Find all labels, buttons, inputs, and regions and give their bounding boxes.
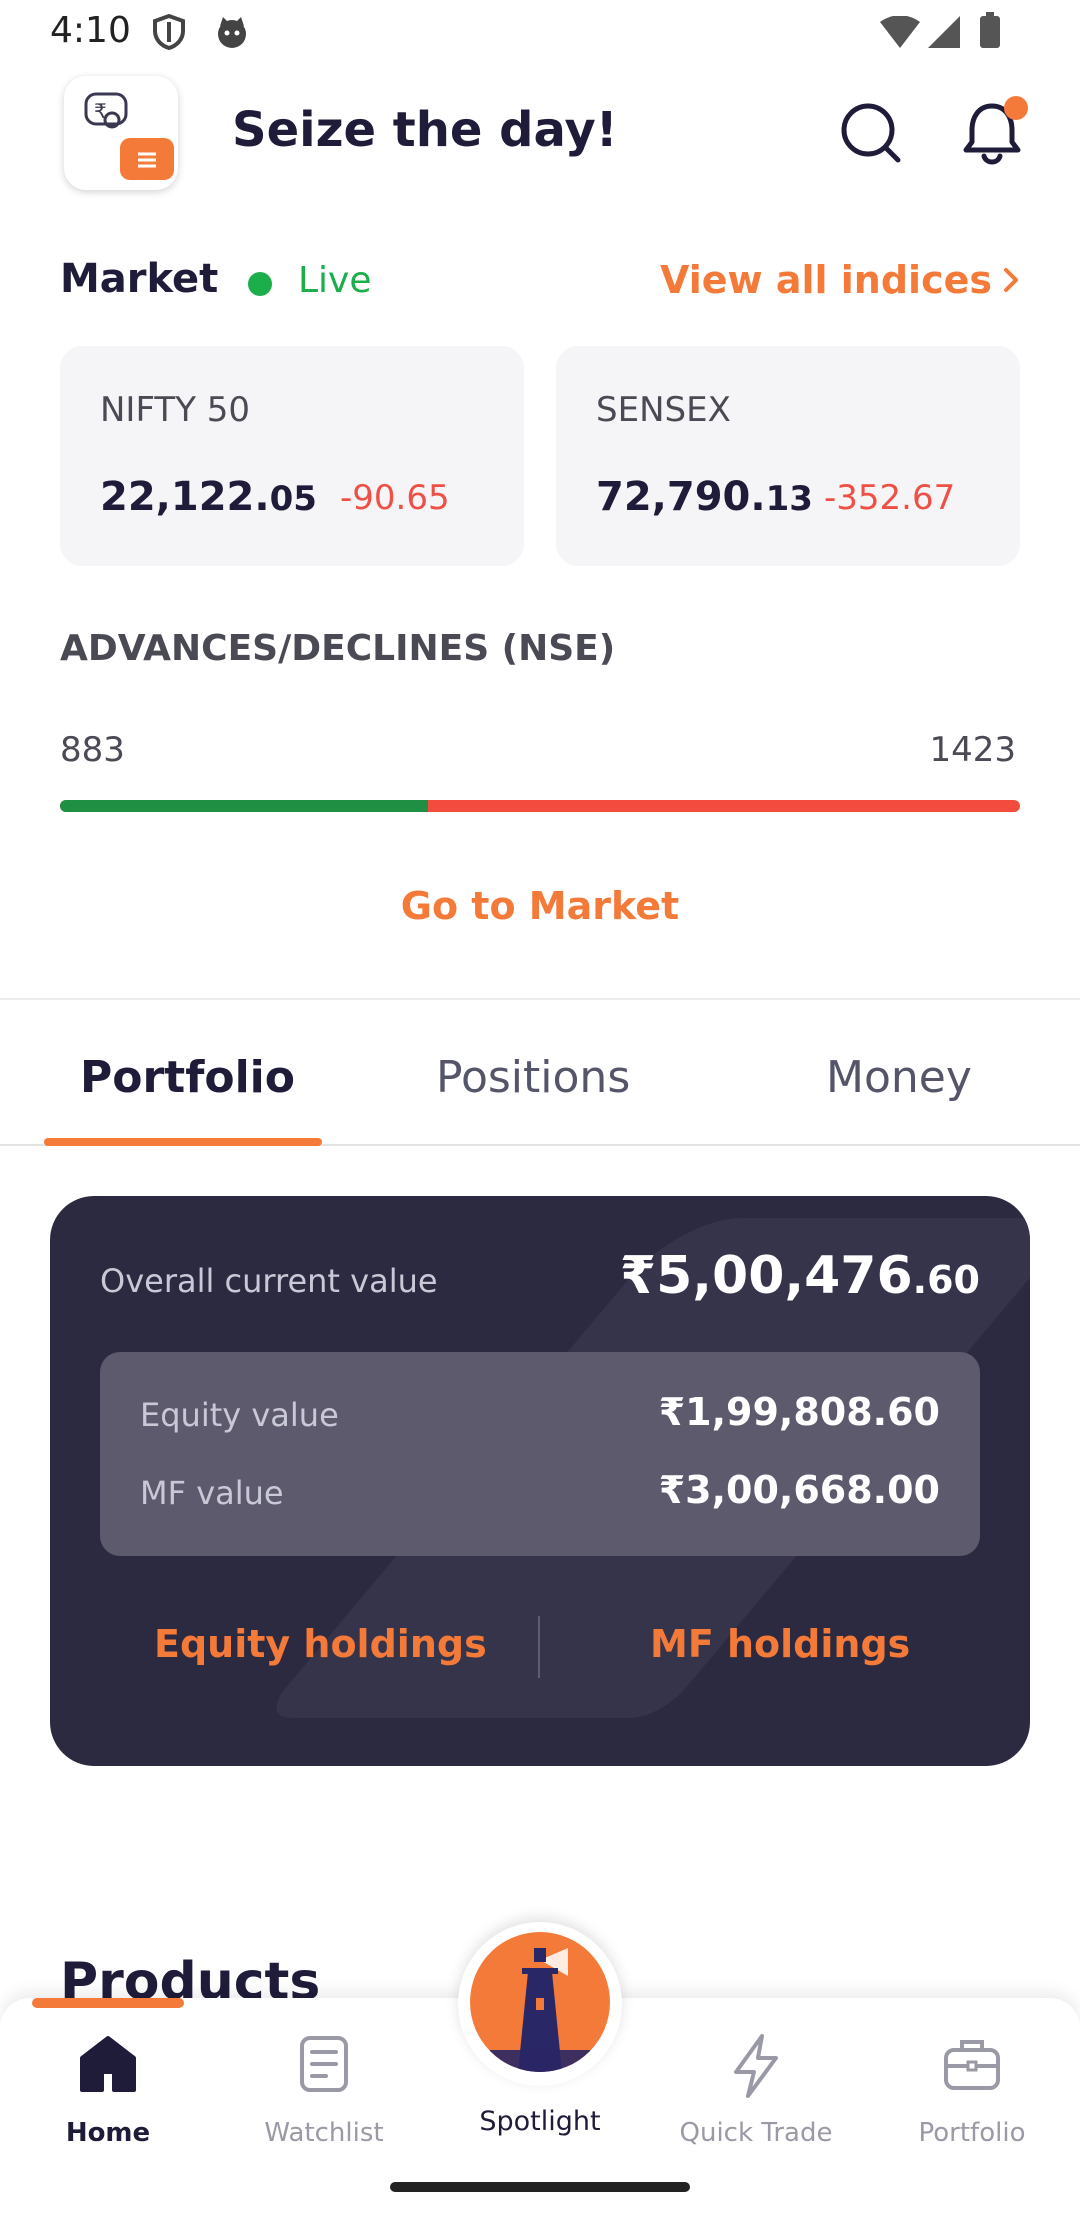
nav-label: Home (65, 2118, 151, 2148)
nav-portfolio[interactable]: Portfolio (892, 2034, 1052, 2154)
search-icon (841, 103, 901, 163)
active-tab-indicator (44, 1138, 322, 1146)
watchlist-icon (300, 2036, 348, 2092)
index-value: 72,790.13 (596, 474, 813, 520)
equity-value-label: Equity value (140, 1396, 339, 1434)
shield-icon (152, 13, 186, 54)
market-title: Market (60, 256, 219, 302)
live-indicator-dot (248, 272, 272, 296)
advances-declines-title: ADVANCES/DECLINES (NSE) (60, 628, 616, 669)
advances-bar-fill (60, 800, 428, 812)
view-all-indices-link[interactable]: View all indices (660, 258, 1020, 302)
lighthouse-icon (490, 1948, 590, 2072)
nav-spotlight[interactable] (470, 1932, 610, 2072)
index-name: NIFTY 50 (100, 390, 251, 430)
nav-label: Portfolio (918, 2118, 1026, 2148)
nav-watchlist[interactable]: Watchlist (244, 2034, 404, 2154)
index-value-main: 72,790. (596, 474, 766, 520)
index-value: 22,122.05 (100, 474, 317, 520)
live-label: Live (298, 260, 372, 301)
portfolio-tabs: Portfolio Positions Money (0, 1000, 1080, 1146)
lightning-icon (734, 2034, 778, 2098)
home-indicator (390, 2182, 690, 2192)
cat-icon (214, 14, 250, 54)
notifications-button[interactable] (960, 96, 1030, 168)
nav-label: Spotlight (479, 2106, 601, 2137)
portfolio-summary-card: Overall current value ₹5,00,476.60 Equit… (50, 1196, 1030, 1766)
tab-money[interactable]: Money (826, 1052, 972, 1103)
index-value-decimal: 13 (765, 479, 813, 519)
mf-value: ₹3,00,668.00 (658, 1468, 940, 1512)
view-all-indices-label: View all indices (659, 258, 992, 302)
index-name: SENSEX (596, 390, 731, 430)
go-to-market-link[interactable]: Go to Market (0, 884, 1080, 928)
nav-quick-trade[interactable]: Quick Trade (676, 2034, 836, 2154)
app-logo[interactable]: ₹ (64, 76, 178, 190)
overall-value-decimal: .60 (912, 1258, 980, 1302)
market-header: Market Live View all indices (60, 256, 1020, 312)
home-icon (80, 2036, 136, 2092)
bell-icon (963, 96, 1028, 165)
chevron-right-icon (1004, 268, 1018, 292)
index-value-decimal: 05 (269, 479, 317, 519)
header: ₹ Seize the day! (0, 64, 1080, 214)
holdings-separator (538, 1616, 540, 1678)
nav-home[interactable]: Home (28, 2034, 188, 2154)
declines-count: 1423 (929, 730, 1016, 770)
advances-count: 883 (60, 730, 125, 770)
search-button[interactable] (838, 100, 904, 166)
nav-label: Watchlist (264, 2118, 384, 2148)
mf-value-label: MF value (140, 1474, 284, 1512)
overall-value: ₹5,00,476.60 (620, 1246, 980, 1306)
index-change: -352.67 (824, 478, 956, 518)
nav-label: Quick Trade (679, 2118, 833, 2148)
page-title: Seize the day! (232, 102, 618, 158)
app-logo-icon: ₹ (84, 92, 174, 180)
overall-value-main: ₹5,00,476 (619, 1246, 913, 1306)
overall-value-label: Overall current value (100, 1262, 438, 1300)
tab-portfolio[interactable]: Portfolio (80, 1052, 295, 1103)
wifi-icon (880, 15, 920, 52)
value-breakdown: Equity value ₹1,99,808.60 MF value ₹3,00… (100, 1352, 980, 1556)
active-nav-indicator (32, 1998, 184, 2008)
battery-icon (980, 12, 1000, 52)
notification-dot (1004, 96, 1028, 120)
equity-value: ₹1,99,808.60 (658, 1390, 940, 1434)
mf-holdings-link[interactable]: MF holdings (650, 1622, 910, 1666)
index-change: -90.65 (340, 478, 450, 518)
tab-positions[interactable]: Positions (436, 1052, 630, 1103)
index-value-main: 22,122. (100, 474, 270, 520)
status-bar: 4:10 (0, 0, 1080, 64)
equity-holdings-link[interactable]: Equity holdings (154, 1622, 487, 1666)
index-card-nifty[interactable]: NIFTY 50 22,122.05 -90.65 (60, 346, 524, 566)
advances-declines-bar (60, 800, 1020, 812)
status-time: 4:10 (50, 10, 131, 51)
index-card-sensex[interactable]: SENSEX 72,790.13 -352.67 (556, 346, 1020, 566)
signal-icon (928, 16, 960, 52)
briefcase-icon (944, 2040, 1000, 2090)
